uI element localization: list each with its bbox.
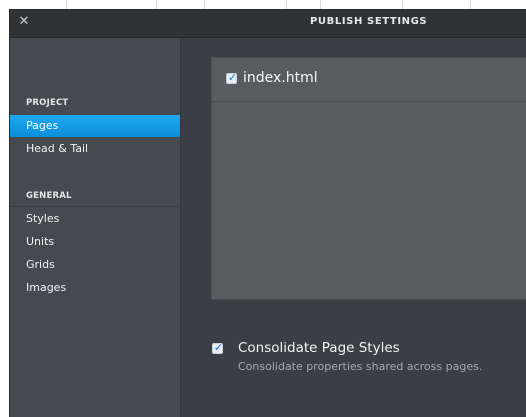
- checkbox-checked-icon: ✓: [213, 341, 224, 354]
- list-item[interactable]: ✓ index.html: [212, 58, 526, 102]
- background-ruler-tick: [402, 0, 403, 10]
- sidebar-item-units[interactable]: Units: [10, 231, 180, 253]
- background-ruler-tick: [204, 0, 205, 10]
- publish-settings-dialog: ✕ PUBLISH SETTINGS PROJECT Pages Head & …: [10, 10, 526, 417]
- settings-sidebar: PROJECT Pages Head & Tail GENERAL Styles…: [10, 38, 181, 417]
- background-ruler-tick: [156, 0, 157, 10]
- background-ruler-tick: [470, 0, 471, 10]
- page-checkbox[interactable]: ✓: [226, 71, 238, 84]
- sidebar-item-head-and-tail[interactable]: Head & Tail: [10, 138, 180, 160]
- close-icon[interactable]: ✕: [16, 14, 32, 30]
- page-name: index.html: [243, 70, 318, 86]
- sidebar-item-styles[interactable]: Styles: [10, 208, 180, 230]
- background-ruler-tick: [320, 0, 321, 10]
- checkbox-checked-icon: ✓: [227, 71, 238, 84]
- consolidate-styles-description: Consolidate properties shared across pag…: [238, 360, 483, 373]
- settings-main-panel: ✓ index.html ✓ Consolidate Page Styles C…: [181, 38, 526, 417]
- consolidate-styles-checkbox[interactable]: ✓: [212, 341, 224, 354]
- background-ruler-tick: [286, 0, 287, 10]
- sidebar-item-images[interactable]: Images: [10, 277, 180, 299]
- sidebar-section-header-general: GENERAL: [26, 191, 72, 201]
- consolidate-styles-label: Consolidate Page Styles: [238, 340, 400, 356]
- sidebar-divider: [10, 206, 180, 207]
- sidebar-item-grids[interactable]: Grids: [10, 254, 180, 276]
- sidebar-section-header-project: PROJECT: [26, 98, 69, 108]
- background-app-strip: [0, 0, 526, 10]
- pages-list: ✓ index.html: [211, 57, 526, 300]
- sidebar-item-pages[interactable]: Pages: [10, 115, 180, 137]
- background-ruler-tick: [66, 0, 67, 10]
- dialog-title: PUBLISH SETTINGS: [310, 16, 428, 27]
- dialog-titlebar: ✕ PUBLISH SETTINGS: [10, 10, 526, 38]
